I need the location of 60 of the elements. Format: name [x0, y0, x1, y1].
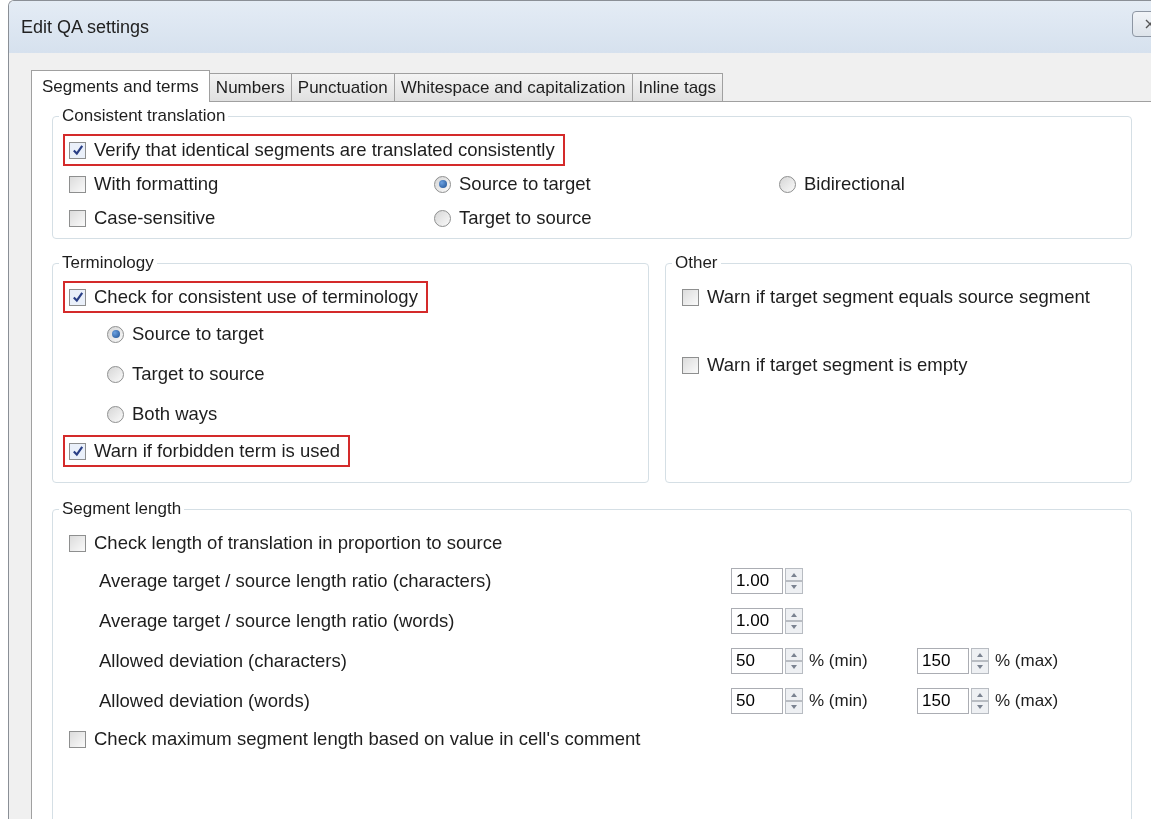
- group-title: Other: [674, 253, 719, 273]
- group-title: Consistent translation: [61, 106, 227, 126]
- spin-buttons-icon[interactable]: [971, 648, 989, 674]
- option-label: Check maximum segment length based on value in cell's comment: [94, 727, 641, 751]
- option-label: Both ways: [132, 402, 218, 426]
- radio-button[interactable]: [107, 325, 124, 343]
- option-label: Verify that identical segments are translated consistently: [94, 138, 555, 162]
- spin-buttons-icon[interactable]: [785, 608, 803, 634]
- checkbox[interactable]: [69, 288, 86, 306]
- option-label: Source to target: [459, 172, 591, 196]
- option-label: Case-sensitive: [94, 206, 216, 230]
- option-label: Source to target: [132, 322, 264, 346]
- group-title: Terminology: [61, 253, 155, 273]
- radio-button[interactable]: [107, 365, 124, 383]
- option-label: Target to source: [132, 362, 265, 386]
- unit-label: % (max): [995, 691, 1060, 711]
- checkbox[interactable]: [69, 209, 86, 227]
- option-label: Bidirectional: [804, 172, 905, 196]
- number-field[interactable]: 50: [731, 688, 783, 714]
- parameter-label: Allowed deviation (words): [99, 690, 311, 712]
- option-label: Warn if forbidden term is used: [94, 439, 341, 463]
- number-field[interactable]: 1.00: [731, 608, 783, 634]
- option-label: Check length of translation in proportion to source: [94, 531, 503, 555]
- checkbox[interactable]: [69, 730, 86, 748]
- radio-button[interactable]: [434, 175, 451, 193]
- spin-buttons-icon[interactable]: [785, 688, 803, 714]
- number-field[interactable]: 1.00: [731, 568, 783, 594]
- checkbox[interactable]: [69, 534, 86, 552]
- number-field[interactable]: 150: [917, 648, 969, 674]
- tab[interactable]: Whitespace and capitalization: [393, 73, 633, 101]
- number-field[interactable]: 50: [731, 648, 783, 674]
- parameter-label: Average target / source length ratio (words): [99, 610, 456, 632]
- radio-button[interactable]: [107, 405, 124, 423]
- option-label: Check for consistent use of terminology: [94, 285, 418, 309]
- spin-buttons-icon[interactable]: [971, 688, 989, 714]
- checkbox[interactable]: [682, 356, 699, 374]
- unit-label: % (min): [809, 651, 869, 671]
- checkbox[interactable]: [69, 442, 86, 460]
- checkbox[interactable]: [69, 141, 86, 159]
- tab[interactable]: Segments and terms: [31, 70, 210, 102]
- option-label: Warn if target segment is empty: [707, 353, 968, 377]
- parameter-label: Allowed deviation (characters): [99, 650, 348, 672]
- option-label: Target to source: [459, 206, 592, 230]
- group-title: Segment length: [61, 499, 183, 519]
- radio-button[interactable]: [434, 209, 451, 227]
- tab[interactable]: Numbers: [208, 73, 292, 101]
- option-label: Warn if target segment equals source segment: [707, 285, 1090, 309]
- parameter-label: Average target / source length ratio (characters): [99, 570, 493, 592]
- window-title: Edit QA settings: [21, 16, 150, 38]
- number-field[interactable]: 150: [917, 688, 969, 714]
- tab[interactable]: Punctuation: [290, 73, 395, 101]
- option-label: With formatting: [94, 172, 219, 196]
- radio-button[interactable]: [779, 175, 796, 193]
- spin-buttons-icon[interactable]: [785, 568, 803, 594]
- spin-buttons-icon[interactable]: [785, 648, 803, 674]
- checkbox[interactable]: [69, 175, 86, 193]
- unit-label: % (max): [995, 651, 1060, 671]
- tab[interactable]: Inline tags: [631, 73, 724, 101]
- unit-label: % (min): [809, 691, 869, 711]
- checkbox[interactable]: [682, 288, 699, 306]
